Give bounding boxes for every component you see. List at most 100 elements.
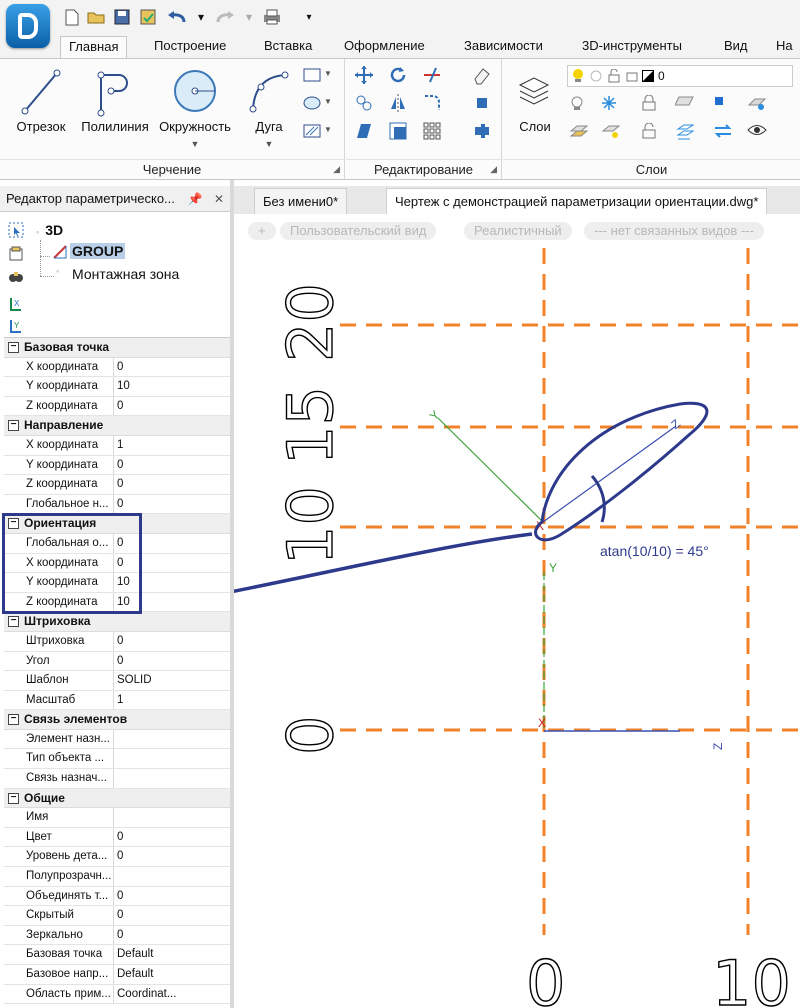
- property-row[interactable]: Y координата 10: [4, 377, 230, 397]
- mirror-icon[interactable]: [388, 93, 408, 113]
- layer-walk-icon[interactable]: [601, 123, 621, 143]
- property-section-header[interactable]: − Связь элементов: [4, 710, 230, 730]
- property-row[interactable]: Имя: [4, 808, 230, 828]
- arc-dropdown-icon[interactable]: ▼: [234, 139, 304, 149]
- save-icon[interactable]: [112, 7, 132, 27]
- customize-toolbar-icon[interactable]: ▾: [304, 7, 314, 27]
- property-value[interactable]: 1: [114, 436, 230, 455]
- collapse-icon[interactable]: −: [8, 714, 19, 726]
- collapse-icon[interactable]: −: [8, 342, 19, 353]
- rectangle-icon[interactable]: [302, 67, 322, 87]
- property-row[interactable]: Y координата 10: [4, 573, 230, 593]
- property-row[interactable]: Глобальная о... 0: [4, 533, 230, 554]
- undo-dropdown-icon[interactable]: ▾: [196, 7, 206, 27]
- tree-root-3d[interactable]: ◦ 3D: [36, 222, 63, 238]
- property-row[interactable]: Базовое напр... Default: [4, 965, 230, 985]
- property-value[interactable]: 0: [114, 652, 230, 671]
- tree-item-zone[interactable]: Монтажная зона: [72, 266, 179, 282]
- find-icon[interactable]: [8, 268, 24, 284]
- property-value[interactable]: 0: [114, 887, 230, 906]
- tab-insert[interactable]: Вставка: [256, 36, 320, 58]
- property-value[interactable]: 0: [114, 495, 230, 514]
- property-row[interactable]: Базовая точка Default: [4, 945, 230, 965]
- property-value[interactable]: 0: [114, 397, 230, 416]
- property-row[interactable]: Шаблон SOLID: [4, 671, 230, 691]
- layer-lock-icon[interactable]: [641, 94, 661, 115]
- properties-icon[interactable]: [8, 246, 24, 262]
- property-value[interactable]: 0: [114, 926, 230, 945]
- property-row[interactable]: Штриховка 0: [4, 631, 230, 652]
- tab-untitled[interactable]: Без имени0*: [254, 188, 348, 214]
- app-logo[interactable]: [6, 4, 50, 48]
- stretch-icon[interactable]: [354, 121, 374, 141]
- drawing-canvas[interactable]: 0 10 15 20 0 10 Y Z X Y Z X atan(10/10) …: [234, 248, 800, 1008]
- hatch-dropdown-icon[interactable]: ▼: [324, 125, 332, 134]
- property-value[interactable]: 10: [114, 593, 230, 612]
- property-row[interactable]: X координата 1: [4, 435, 230, 456]
- property-row[interactable]: Y координата 0: [4, 455, 230, 476]
- collapse-icon[interactable]: −: [8, 518, 19, 530]
- close-panel-icon[interactable]: ✕: [214, 192, 224, 206]
- rotate-icon[interactable]: [388, 65, 408, 85]
- layers-button[interactable]: Слои: [507, 61, 563, 157]
- property-section-header[interactable]: − Направление: [4, 416, 230, 436]
- property-row[interactable]: Z координата 0: [4, 396, 230, 417]
- property-row[interactable]: Угол 0: [4, 651, 230, 672]
- property-row[interactable]: Полупрозрачн...: [4, 867, 230, 887]
- tree-tool-2-icon[interactable]: Y: [8, 318, 24, 334]
- layer-isolate-icon[interactable]: [674, 95, 695, 115]
- erase-icon[interactable]: [472, 65, 492, 85]
- rectangle-dropdown-icon[interactable]: ▼: [324, 69, 332, 78]
- property-row[interactable]: Уровень дета... 0: [4, 847, 230, 868]
- property-value[interactable]: SOLID: [114, 671, 230, 690]
- pin-icon[interactable]: 📌: [188, 192, 203, 206]
- layer-merge-icon[interactable]: [675, 123, 695, 143]
- property-value[interactable]: [114, 749, 230, 768]
- eye-icon[interactable]: [747, 123, 767, 143]
- property-section-header[interactable]: − Общие: [4, 788, 230, 809]
- property-value[interactable]: [114, 867, 230, 886]
- property-section-header[interactable]: − Ориентация: [4, 514, 230, 534]
- layer-freeze-icon[interactable]: [601, 95, 621, 115]
- tree-tool-1-icon[interactable]: X: [8, 296, 24, 312]
- join-icon[interactable]: [472, 121, 492, 141]
- layer-match-icon[interactable]: [747, 95, 767, 115]
- line-tool-button[interactable]: Отрезок: [6, 61, 76, 157]
- property-section-header[interactable]: − Базовая точка: [4, 338, 230, 358]
- save-as-icon[interactable]: [138, 7, 158, 27]
- view-orientation-dropdown[interactable]: Пользовательский вид: [280, 222, 437, 240]
- property-row[interactable]: Элемент назн...: [4, 729, 230, 750]
- redo-dropdown-icon[interactable]: ▾: [244, 7, 254, 27]
- property-value[interactable]: Default: [114, 965, 230, 984]
- property-row[interactable]: Цвет 0: [4, 827, 230, 848]
- polyline-tool-button[interactable]: Полилиния: [80, 61, 150, 157]
- property-value[interactable]: 10: [114, 377, 230, 396]
- property-row[interactable]: Связь назнач...: [4, 769, 230, 789]
- property-value[interactable]: 0: [114, 456, 230, 475]
- tab-view[interactable]: Вид: [716, 36, 756, 58]
- select-icon[interactable]: [8, 222, 24, 238]
- property-value[interactable]: Default: [114, 945, 230, 964]
- property-row[interactable]: Z координата 0: [4, 475, 230, 495]
- print-icon[interactable]: [262, 7, 282, 27]
- property-row[interactable]: Скрытый 0: [4, 906, 230, 926]
- property-value[interactable]: Coordinat...: [114, 985, 230, 1004]
- property-row[interactable]: Объединять т... 0: [4, 886, 230, 907]
- layer-dropdown[interactable]: 0: [567, 65, 793, 87]
- property-value[interactable]: 0: [114, 632, 230, 651]
- tab-current-drawing[interactable]: Чертеж с демонстрацией параметризации ор…: [386, 188, 768, 214]
- layer-previous-icon[interactable]: [569, 123, 589, 143]
- property-value[interactable]: 0: [114, 828, 230, 847]
- ellipse-icon[interactable]: [302, 95, 322, 115]
- layer-unlock-icon[interactable]: [641, 122, 661, 143]
- property-row[interactable]: Z координата 10: [4, 592, 230, 613]
- redo-icon[interactable]: [216, 7, 236, 27]
- tab-home[interactable]: Главная: [60, 36, 128, 58]
- property-row[interactable]: Масштаб 1: [4, 690, 230, 711]
- tab-constraints[interactable]: Зависимости: [456, 36, 551, 58]
- copy-icon[interactable]: [354, 93, 374, 113]
- collapse-icon[interactable]: −: [8, 616, 19, 628]
- property-row[interactable]: Глобальное н... 0: [4, 494, 230, 515]
- property-value[interactable]: [114, 730, 230, 749]
- linked-views-dropdown[interactable]: --- нет связанных видов ---: [584, 222, 764, 240]
